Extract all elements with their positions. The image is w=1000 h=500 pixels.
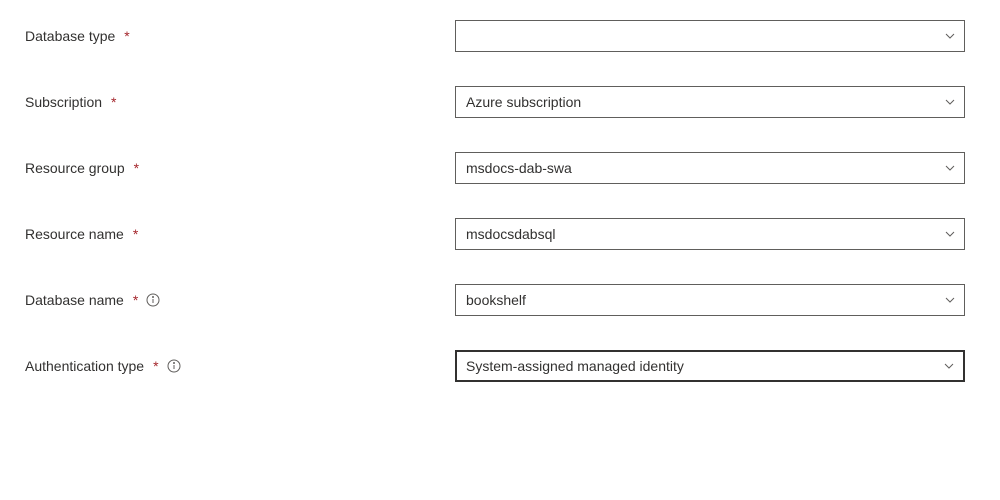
- label-text: Authentication type: [25, 358, 144, 374]
- required-asterisk: *: [111, 94, 116, 110]
- authentication-type-row: Authentication type * System-assigned ma…: [25, 350, 975, 382]
- select-value: System-assigned managed identity: [466, 358, 684, 374]
- input-cell: msdocsdabsql: [455, 218, 975, 250]
- chevron-down-icon: [944, 228, 956, 240]
- database-name-row: Database name * bookshelf: [25, 284, 975, 316]
- resource-group-label: Resource group *: [25, 160, 455, 176]
- required-asterisk: *: [133, 292, 138, 308]
- subscription-select[interactable]: Azure subscription: [455, 86, 965, 118]
- database-type-select[interactable]: [455, 20, 965, 52]
- input-cell: System-assigned managed identity: [455, 350, 975, 382]
- select-value: msdocsdabsql: [466, 226, 556, 242]
- resource-name-select[interactable]: msdocsdabsql: [455, 218, 965, 250]
- label-text: Database type: [25, 28, 115, 44]
- authentication-type-label: Authentication type *: [25, 358, 455, 374]
- authentication-type-select[interactable]: System-assigned managed identity: [455, 350, 965, 382]
- select-value: Azure subscription: [466, 94, 581, 110]
- chevron-down-icon: [944, 30, 956, 42]
- info-icon[interactable]: [146, 293, 160, 307]
- resource-group-select[interactable]: msdocs-dab-swa: [455, 152, 965, 184]
- label-text: Database name: [25, 292, 124, 308]
- label-text: Resource group: [25, 160, 125, 176]
- resource-name-row: Resource name * msdocsdabsql: [25, 218, 975, 250]
- info-icon[interactable]: [167, 359, 181, 373]
- input-cell: bookshelf: [455, 284, 975, 316]
- database-type-label: Database type *: [25, 28, 455, 44]
- subscription-label: Subscription *: [25, 94, 455, 110]
- database-name-select[interactable]: bookshelf: [455, 284, 965, 316]
- label-text: Resource name: [25, 226, 124, 242]
- required-asterisk: *: [134, 160, 139, 176]
- required-asterisk: *: [133, 226, 138, 242]
- resource-name-label: Resource name *: [25, 226, 455, 242]
- subscription-row: Subscription * Azure subscription: [25, 86, 975, 118]
- database-name-label: Database name *: [25, 292, 455, 308]
- required-asterisk: *: [153, 358, 158, 374]
- label-text: Subscription: [25, 94, 102, 110]
- select-value: bookshelf: [466, 292, 526, 308]
- input-cell: Azure subscription: [455, 86, 975, 118]
- input-cell: [455, 20, 975, 52]
- resource-group-row: Resource group * msdocs-dab-swa: [25, 152, 975, 184]
- select-value: msdocs-dab-swa: [466, 160, 572, 176]
- required-asterisk: *: [124, 28, 129, 44]
- database-type-row: Database type *: [25, 20, 975, 52]
- chevron-down-icon: [944, 96, 956, 108]
- chevron-down-icon: [944, 294, 956, 306]
- chevron-down-icon: [943, 360, 955, 372]
- input-cell: msdocs-dab-swa: [455, 152, 975, 184]
- chevron-down-icon: [944, 162, 956, 174]
